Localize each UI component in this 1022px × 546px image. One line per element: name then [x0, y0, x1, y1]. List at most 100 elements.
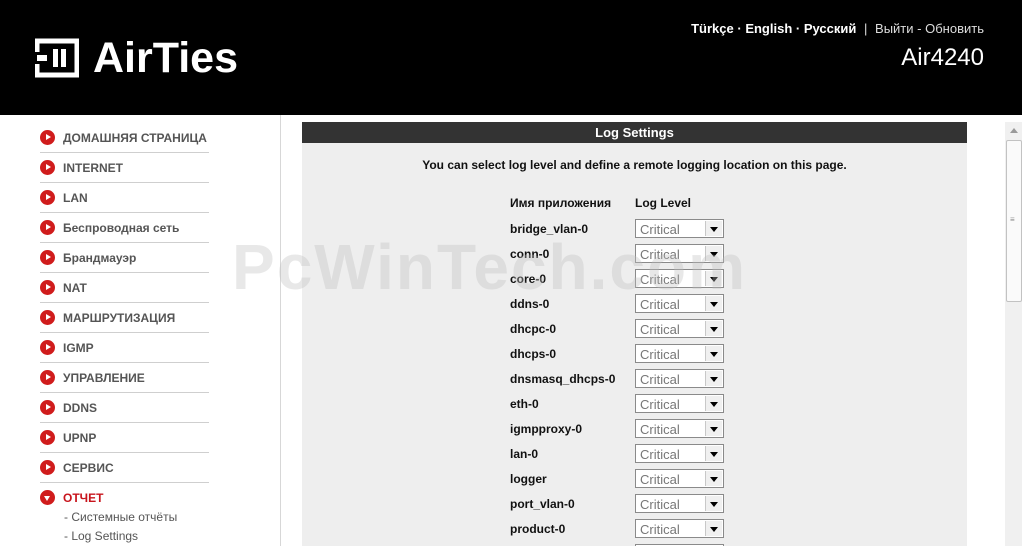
arrow-bullet-icon — [40, 400, 55, 415]
dropdown-arrow-icon — [705, 521, 722, 536]
panel-title: Log Settings — [302, 122, 967, 143]
dropdown-arrow-icon — [705, 396, 722, 411]
grip-icon: ≡ — [1010, 215, 1015, 224]
sidebar-item-firewall[interactable]: Брандмауэр — [40, 243, 209, 273]
panel-description: You can select log level and define a re… — [422, 158, 847, 172]
arrow-down-bullet-icon — [40, 490, 55, 505]
sidebar-item-lan[interactable]: LAN — [40, 183, 209, 213]
lang-dot-2: · — [795, 21, 801, 36]
refresh-link[interactable]: Обновить — [925, 21, 984, 36]
app-name: lan-0 — [510, 447, 539, 461]
sidebar-item-internet[interactable]: INTERNET — [40, 153, 209, 183]
log-level-value: Critical — [640, 347, 680, 362]
airties-logo-icon — [35, 38, 79, 78]
log-level-value: Critical — [640, 472, 680, 487]
sidebar-item-label: ДОМАШНЯЯ СТРАНИЦА — [63, 130, 207, 145]
sidebar-item-ddns[interactable]: DDNS — [40, 393, 209, 423]
arrow-bullet-icon — [40, 250, 55, 265]
arrow-bullet-icon — [40, 310, 55, 325]
log-settings-panel: Log Settings You can select log level an… — [302, 122, 967, 546]
sidebar-item-management[interactable]: УПРАВЛЕНИЕ — [40, 363, 209, 393]
sidebar-item-label: Брандмауэр — [63, 250, 137, 265]
sidebar-item-nat[interactable]: NAT — [40, 273, 209, 303]
app-name: port_vlan-0 — [510, 497, 575, 511]
dropdown-arrow-icon — [705, 421, 722, 436]
dropdown-arrow-icon — [705, 496, 722, 511]
arrow-bullet-icon — [40, 430, 55, 445]
log-level-select[interactable]: Critical — [635, 469, 724, 488]
sidebar-item-upnp[interactable]: UPNP — [40, 423, 209, 453]
log-level-value: Critical — [640, 422, 680, 437]
log-level-value: Critical — [640, 397, 680, 412]
device-model: Air4240 — [901, 44, 984, 71]
scrollbar-thumb[interactable]: ≡ — [1006, 140, 1022, 302]
sidebar-item-label: INTERNET — [63, 160, 123, 175]
language-bar: Türkçe · English · Русский | Выйти - Обн… — [691, 21, 984, 36]
log-level-select[interactable]: Critical — [635, 444, 724, 463]
arrow-bullet-icon — [40, 340, 55, 355]
sidebar-item-igmp[interactable]: IGMP — [40, 333, 209, 363]
header-separator: | — [864, 21, 868, 36]
lang-russian-link[interactable]: Русский — [804, 21, 857, 36]
column-header-log-level: Log Level — [635, 196, 692, 210]
sidebar-item-label: LAN — [63, 190, 88, 205]
dropdown-arrow-icon — [705, 371, 722, 386]
sidebar-item-label: ОТЧЕТ — [63, 490, 104, 505]
sidebar-item-label: NAT — [63, 280, 87, 295]
dropdown-arrow-icon — [705, 321, 722, 336]
log-level-select[interactable]: Critical — [635, 319, 724, 338]
sidebar-item-label: УПРАВЛЕНИЕ — [63, 370, 145, 385]
log-level-value: Critical — [640, 372, 680, 387]
dropdown-arrow-icon — [705, 346, 722, 361]
app-name: eth-0 — [510, 397, 539, 411]
sidebar-item-wireless[interactable]: Беспроводная сеть — [40, 213, 209, 243]
airties-logo[interactable]: AirTies — [35, 36, 238, 80]
lang-dot-1: · — [737, 21, 742, 36]
log-level-select[interactable]: Critical — [635, 394, 724, 413]
log-level-select[interactable]: Critical — [635, 369, 724, 388]
sidebar-subitem-log-settings[interactable]: - Log Settings — [64, 529, 138, 543]
app-name: logger — [510, 472, 547, 486]
sidebar-item-report[interactable]: ОТЧЕТ — [40, 483, 209, 512]
sidebar-item-label: МАРШРУТИЗАЦИЯ — [63, 310, 176, 325]
watermark: PcWinTech.com — [232, 231, 747, 303]
lang-english-link[interactable]: English — [745, 21, 792, 36]
arrow-bullet-icon — [40, 370, 55, 385]
sidebar-item-service[interactable]: СЕРВИС — [40, 453, 209, 483]
column-header-app-name: Имя приложения — [510, 196, 612, 210]
brand-name: AirTies — [93, 34, 238, 82]
sidebar-subitem-system-logs[interactable]: - Системные отчёты — [64, 510, 177, 524]
arrow-bullet-icon — [40, 130, 55, 145]
arrow-bullet-icon — [40, 220, 55, 235]
log-level-select[interactable]: Critical — [635, 519, 724, 538]
dropdown-arrow-icon — [705, 471, 722, 486]
sidebar-item-label: Беспроводная сеть — [63, 220, 180, 235]
log-level-select[interactable]: Critical — [635, 494, 724, 513]
sidebar-item-label: IGMP — [63, 340, 94, 355]
app-name: dhcpc-0 — [510, 322, 557, 336]
log-level-value: Critical — [640, 447, 680, 462]
app-name: dnsmasq_dhcps-0 — [510, 372, 616, 386]
app-name: igmpproxy-0 — [510, 422, 583, 436]
app-name: product-0 — [510, 522, 566, 536]
lang-turkish-link[interactable]: Türkçe — [691, 21, 734, 36]
arrow-bullet-icon — [40, 160, 55, 175]
vertical-scrollbar[interactable]: ≡ — [1005, 122, 1022, 546]
arrow-bullet-icon — [40, 280, 55, 295]
sidebar-item-label: UPNP — [63, 430, 97, 445]
arrow-bullet-icon — [40, 460, 55, 475]
header-dash: - — [917, 21, 922, 36]
dropdown-arrow-icon — [705, 446, 722, 461]
scroll-up-arrow-icon[interactable] — [1005, 122, 1022, 139]
sidebar-nav: ДОМАШНЯЯ СТРАНИЦА INTERNET LAN Беспровод… — [0, 115, 281, 546]
sidebar-item-home[interactable]: ДОМАШНЯЯ СТРАНИЦА — [40, 123, 209, 153]
sidebar-item-routing[interactable]: МАРШРУТИЗАЦИЯ — [40, 303, 209, 333]
log-level-value: Critical — [640, 497, 680, 512]
log-level-value: Critical — [640, 522, 680, 537]
log-level-select[interactable]: Critical — [635, 419, 724, 438]
log-level-value: Critical — [640, 322, 680, 337]
arrow-bullet-icon — [40, 190, 55, 205]
logout-link[interactable]: Выйти — [875, 21, 914, 36]
sidebar-item-label: СЕРВИС — [63, 460, 114, 475]
log-level-select[interactable]: Critical — [635, 344, 724, 363]
